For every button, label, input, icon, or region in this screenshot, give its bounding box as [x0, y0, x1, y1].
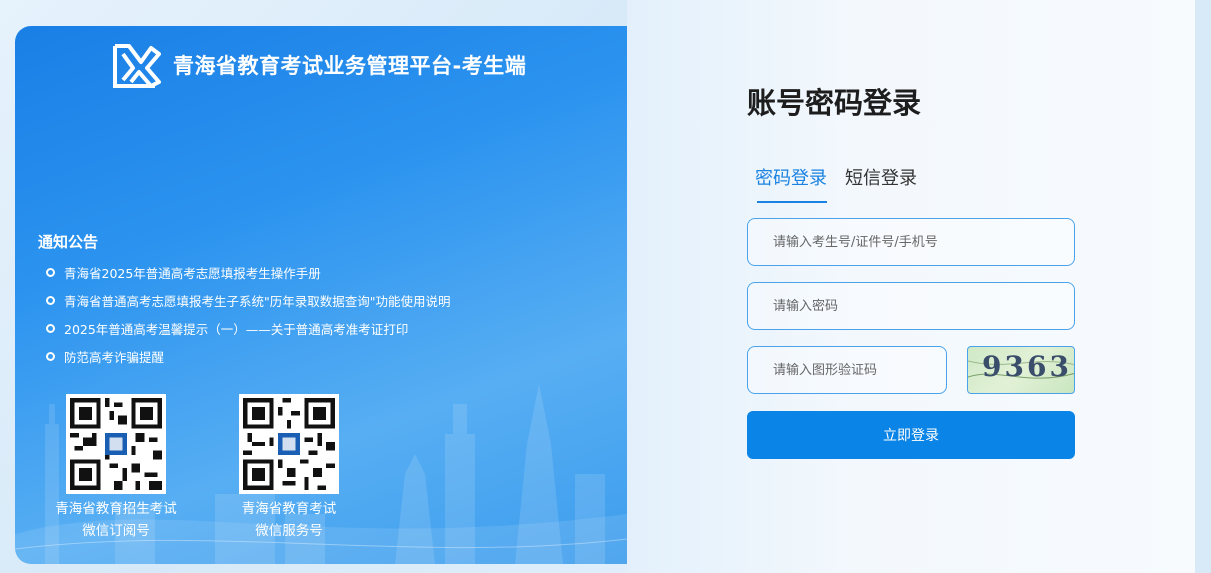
notice-item[interactable]: 青海省普通高考志愿填报考生子系统"历年录取数据查询"功能使用说明	[38, 286, 618, 314]
bullet-circle-icon	[46, 323, 55, 333]
login-button[interactable]: 立即登录	[747, 411, 1075, 459]
captcha-image[interactable]: 9363	[967, 346, 1075, 394]
password-input[interactable]	[747, 282, 1075, 330]
notice-title: 通知公告	[38, 233, 99, 251]
notice-item[interactable]: 2025年普通高考温馨提示（一）——关于普通高考准考证打印	[38, 314, 618, 342]
captcha-text: 9363	[982, 350, 1072, 383]
notice-item[interactable]: 防范高考诈骗提醒	[38, 342, 618, 370]
notice-item-label[interactable]: 青海省普通高考志愿填报考生子系统"历年录取数据查询"功能使用说明	[64, 291, 451, 310]
login-title: 账号密码登录	[747, 86, 922, 120]
login-tabs: 密码登录 短信登录	[755, 164, 935, 203]
notice-item-label[interactable]: 2025年普通高考温馨提示（一）——关于普通高考准考证打印	[64, 319, 408, 338]
bullet-circle-icon	[46, 351, 55, 361]
brand-header: 青海省教育考试业务管理平台-考生端	[111, 40, 526, 90]
login-panel: 账号密码登录 密码登录 短信登录 9363 立即登录	[627, 0, 1195, 573]
tab-sms-login[interactable]: 短信登录	[845, 164, 917, 200]
qr-service: 青海省教育考试 微信服务号	[214, 394, 364, 542]
tab-password-login[interactable]: 密码登录	[755, 164, 827, 203]
qr-code-icon	[239, 394, 339, 494]
platform-title: 青海省教育考试业务管理平台-考生端	[173, 54, 527, 78]
notice-section: 通知公告 青海省2025年普通高考志愿填报考生操作手册 青海省普通高考志愿填报考…	[38, 231, 618, 370]
notice-item[interactable]: 青海省2025年普通高考志愿填报考生操作手册	[38, 258, 618, 286]
bullet-circle-icon	[46, 295, 55, 305]
notice-item-label[interactable]: 青海省2025年普通高考志愿填报考生操作手册	[64, 263, 321, 282]
bullet-circle-icon	[46, 267, 55, 277]
notice-item-label[interactable]: 防范高考诈骗提醒	[64, 347, 164, 366]
qr-subscription: 青海省教育招生考试 微信订阅号	[41, 394, 191, 542]
right-edge-strip	[1195, 0, 1211, 573]
kj-logo-icon	[113, 44, 161, 88]
qr-code-icon	[66, 394, 166, 494]
qr-caption: 青海省教育招生考试 微信订阅号	[55, 501, 177, 539]
left-panel: 青海省教育考试业务管理平台-考生端 通知公告 青海省2025年普通高考志愿填报考…	[15, 26, 627, 564]
account-input[interactable]	[747, 218, 1075, 266]
captcha-input[interactable]	[747, 346, 947, 394]
qr-caption: 青海省教育考试 微信服务号	[241, 501, 337, 539]
notice-list: 青海省2025年普通高考志愿填报考生操作手册 青海省普通高考志愿填报考生子系统"…	[38, 258, 618, 370]
